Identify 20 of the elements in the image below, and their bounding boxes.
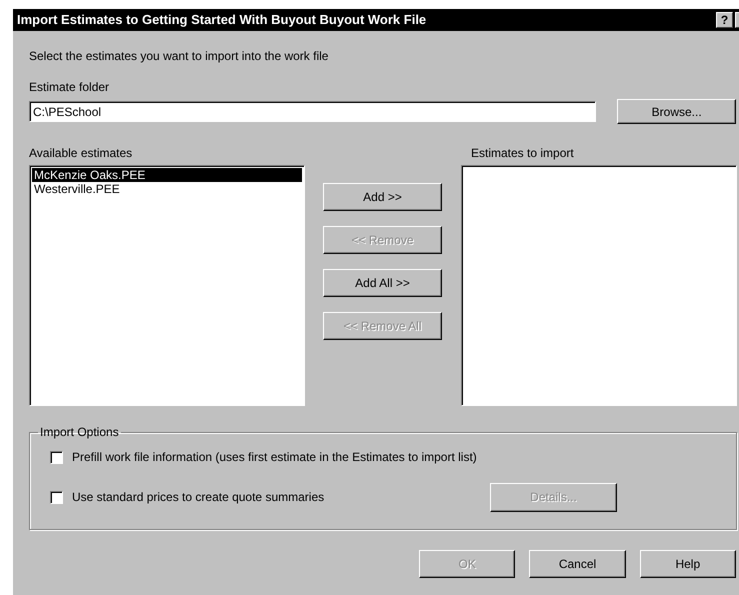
checkbox[interactable] xyxy=(50,490,63,504)
list-item[interactable]: Westerville.PEE xyxy=(32,182,302,196)
move-button[interactable]: Add All >> xyxy=(323,269,442,297)
checkbox-label: Use standard prices to create quote summaries xyxy=(72,489,324,506)
move-button[interactable]: Add >> xyxy=(323,183,442,211)
instruction-text: Select the estimates you want to import into the work file xyxy=(29,48,330,65)
checkbox[interactable] xyxy=(50,450,63,464)
dialog-button[interactable]: Cancel xyxy=(529,550,626,578)
window-title: Import Estimates to Getting Started With Buyout Buyout Work File xyxy=(17,11,428,30)
list-label: Available estimates xyxy=(29,145,134,162)
list-label: Estimates to import xyxy=(470,145,575,162)
browse-button[interactable]: Browse... xyxy=(617,99,736,124)
dialog-button[interactable]: Help xyxy=(640,550,736,578)
list-box[interactable]: McKenzie Oaks.PEE Westerville.PEE xyxy=(29,165,305,406)
help-button[interactable]: ? xyxy=(716,12,733,28)
checkbox-label: Prefill work file information (uses first estimate in the Estimates to import list) xyxy=(72,449,477,466)
group-title: Import Options xyxy=(39,426,120,438)
input-field[interactable]: C:\PESchool xyxy=(29,101,596,122)
list-item[interactable]: McKenzie Oaks.PEE xyxy=(32,168,302,182)
field-label: Estimate folder xyxy=(29,79,110,96)
